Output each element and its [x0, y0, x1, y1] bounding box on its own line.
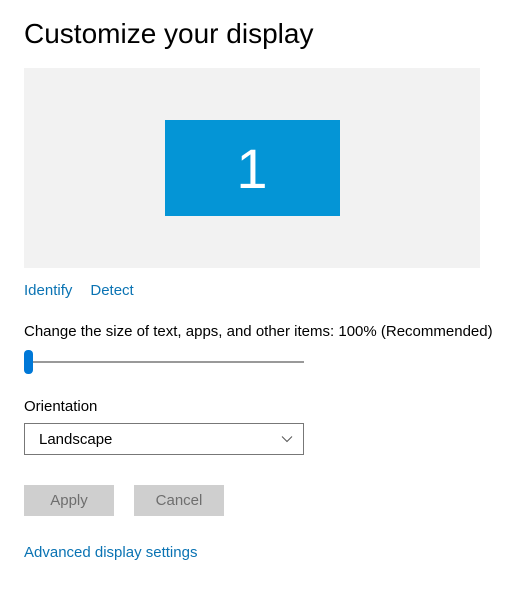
- preview-links-row: Identify Detect: [24, 282, 507, 299]
- advanced-display-settings-link[interactable]: Advanced display settings: [24, 544, 507, 561]
- cancel-button: Cancel: [134, 485, 224, 516]
- orientation-selected-value: Landscape: [39, 431, 112, 448]
- page-title: Customize your display: [24, 18, 507, 50]
- display-preview-area: 1: [24, 68, 480, 268]
- orientation-label: Orientation: [24, 398, 507, 415]
- apply-button: Apply: [24, 485, 114, 516]
- scale-label: Change the size of text, apps, and other…: [24, 323, 507, 340]
- orientation-dropdown[interactable]: Landscape: [24, 423, 304, 455]
- monitor-tile-1[interactable]: 1: [165, 120, 340, 216]
- detect-link[interactable]: Detect: [90, 282, 133, 299]
- monitor-number: 1: [236, 136, 267, 201]
- scale-value-text: 100% (Recommended): [338, 323, 492, 340]
- scale-label-prefix: Change the size of text, apps, and other…: [24, 323, 338, 340]
- slider-thumb[interactable]: [24, 350, 33, 374]
- identify-link[interactable]: Identify: [24, 282, 72, 299]
- chevron-down-icon: [281, 433, 293, 445]
- action-buttons-row: Apply Cancel: [24, 485, 507, 516]
- slider-track: [24, 361, 304, 363]
- scale-slider[interactable]: [24, 350, 304, 374]
